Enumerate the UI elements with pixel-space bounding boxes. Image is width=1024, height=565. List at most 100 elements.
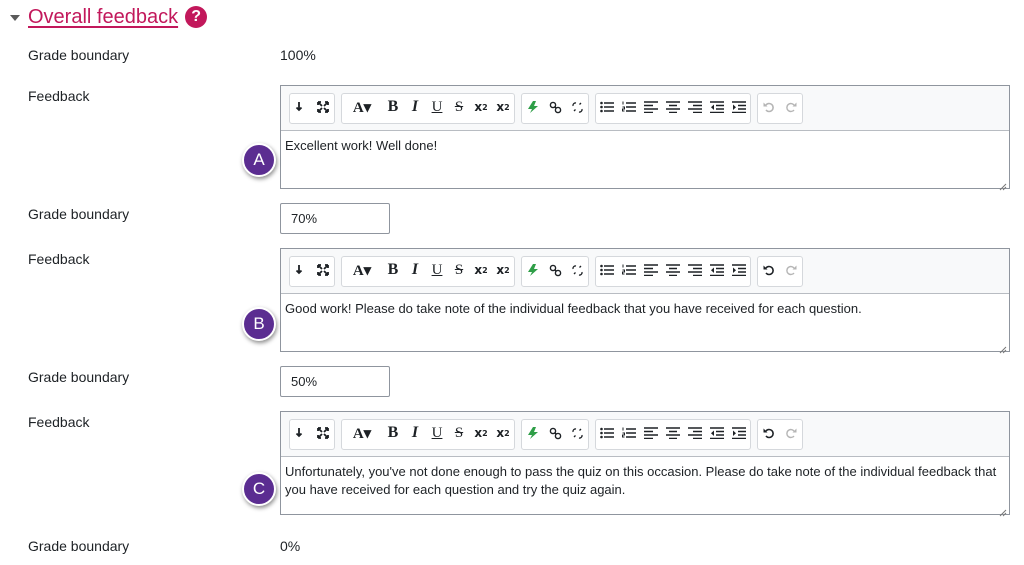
- font-style-button[interactable]: A▾: [342, 94, 382, 121]
- superscript-button[interactable]: x2: [492, 94, 514, 121]
- align-center-icon[interactable]: [662, 257, 684, 284]
- toolbar-group-history: [757, 92, 803, 124]
- grade-boundary-label: Grade boundary: [28, 538, 130, 554]
- underline-button[interactable]: U: [426, 257, 448, 284]
- link-icon[interactable]: [544, 257, 566, 284]
- ordered-list-icon[interactable]: [618, 420, 640, 447]
- grade-boundary-input-2[interactable]: [280, 203, 390, 234]
- wrap-icon[interactable]: [290, 94, 312, 121]
- superscript-button[interactable]: x2: [492, 257, 514, 284]
- superscript-button[interactable]: x2: [492, 420, 514, 447]
- toolbar-group-paragraph: [595, 418, 751, 450]
- resize-grip-icon[interactable]: [999, 341, 1007, 354]
- wrap-icon[interactable]: [290, 420, 312, 447]
- fullscreen-expand-icon[interactable]: [312, 257, 334, 284]
- resize-grip-icon[interactable]: [999, 504, 1007, 517]
- wrap-icon[interactable]: [290, 257, 312, 284]
- toolbar-group-view: [289, 418, 335, 450]
- toolbar-group-format: A▾ B I U Sx 2 x 2: [341, 92, 515, 124]
- toolbar-group-history: [757, 255, 803, 287]
- indent-icon[interactable]: [728, 420, 750, 447]
- editor-toolbar: A▾ B I U Sx 2 x 2: [281, 86, 1009, 131]
- feedback-label: Feedback: [28, 414, 90, 430]
- section-title[interactable]: Overall feedback: [28, 6, 178, 29]
- insert-image-icon[interactable]: [522, 94, 544, 121]
- callout-marker-b: B: [242, 307, 276, 341]
- help-icon[interactable]: ?: [185, 6, 208, 28]
- unlink-icon[interactable]: [566, 420, 588, 447]
- insert-image-icon[interactable]: [522, 257, 544, 284]
- feedback-editor-3[interactable]: A▾ B I U Sx 2 x 2 Unfortunately, you've not done…: [280, 411, 1010, 517]
- indent-icon[interactable]: [728, 257, 750, 284]
- ordered-list-icon[interactable]: [618, 94, 640, 121]
- grade-boundary-static-4: 0%: [280, 538, 301, 554]
- unordered-list-icon[interactable]: [596, 257, 618, 284]
- grade-boundary-static-1: 100%: [280, 47, 316, 63]
- unordered-list-icon[interactable]: [596, 420, 618, 447]
- editor-content-area[interactable]: Good work! Please do take note of the in…: [281, 294, 1009, 354]
- resize-grip-icon[interactable]: [999, 178, 1007, 191]
- redo-icon[interactable]: [780, 257, 802, 284]
- align-left-icon[interactable]: [640, 94, 662, 121]
- toolbar-group-view: [289, 255, 335, 287]
- feedback-text: Good work! Please do take note of the in…: [285, 301, 862, 316]
- italic-button[interactable]: I: [404, 257, 426, 284]
- align-left-icon[interactable]: [640, 420, 662, 447]
- underline-button[interactable]: U: [426, 94, 448, 121]
- strikethrough-button[interactable]: S: [448, 420, 470, 447]
- callout-marker-c: C: [242, 472, 276, 506]
- section-header[interactable]: Overall feedback ?: [10, 4, 208, 30]
- align-right-icon[interactable]: [684, 257, 706, 284]
- link-icon[interactable]: [544, 94, 566, 121]
- collapse-caret-icon[interactable]: [10, 15, 20, 21]
- unlink-icon[interactable]: [566, 94, 588, 121]
- undo-icon[interactable]: [758, 257, 780, 284]
- ordered-list-icon[interactable]: [618, 257, 640, 284]
- bold-button[interactable]: B: [382, 257, 404, 284]
- feedback-editor-1[interactable]: A▾ B I U Sx 2 x 2 Excellent work! Well done!: [280, 85, 1010, 191]
- link-icon[interactable]: [544, 420, 566, 447]
- subscript-button[interactable]: x2: [470, 420, 492, 447]
- feedback-text: Unfortunately, you've not done enough to…: [285, 464, 997, 497]
- feedback-text: Excellent work! Well done!: [285, 138, 438, 153]
- grade-boundary-input-3[interactable]: [280, 366, 390, 397]
- insert-image-icon[interactable]: [522, 420, 544, 447]
- unlink-icon[interactable]: [566, 257, 588, 284]
- font-style-button[interactable]: A▾: [342, 420, 382, 447]
- grade-boundary-label: Grade boundary: [28, 206, 130, 222]
- redo-icon[interactable]: [780, 420, 802, 447]
- editor-content-area[interactable]: Unfortunately, you've not done enough to…: [281, 457, 1009, 517]
- undo-icon[interactable]: [758, 94, 780, 121]
- underline-button[interactable]: U: [426, 420, 448, 447]
- unordered-list-icon[interactable]: [596, 94, 618, 121]
- align-center-icon[interactable]: [662, 420, 684, 447]
- outdent-icon[interactable]: [706, 94, 728, 121]
- align-center-icon[interactable]: [662, 94, 684, 121]
- outdent-icon[interactable]: [706, 257, 728, 284]
- italic-button[interactable]: I: [404, 94, 426, 121]
- toolbar-group-view: [289, 92, 335, 124]
- align-right-icon[interactable]: [684, 94, 706, 121]
- align-left-icon[interactable]: [640, 257, 662, 284]
- strikethrough-button[interactable]: S: [448, 94, 470, 121]
- redo-icon[interactable]: [780, 94, 802, 121]
- align-right-icon[interactable]: [684, 420, 706, 447]
- toolbar-group-paragraph: [595, 255, 751, 287]
- subscript-button[interactable]: x2: [470, 257, 492, 284]
- italic-button[interactable]: I: [404, 420, 426, 447]
- fullscreen-expand-icon[interactable]: [312, 94, 334, 121]
- subscript-button[interactable]: x2: [470, 94, 492, 121]
- bold-button[interactable]: B: [382, 94, 404, 121]
- feedback-label: Feedback: [28, 251, 90, 267]
- bold-button[interactable]: B: [382, 420, 404, 447]
- outdent-icon[interactable]: [706, 420, 728, 447]
- font-style-button[interactable]: A▾: [342, 257, 382, 284]
- strikethrough-button[interactable]: S: [448, 257, 470, 284]
- undo-icon[interactable]: [758, 420, 780, 447]
- fullscreen-expand-icon[interactable]: [312, 420, 334, 447]
- editor-content-area[interactable]: Excellent work! Well done!: [281, 131, 1009, 191]
- toolbar-group-insert: [521, 255, 589, 287]
- indent-icon[interactable]: [728, 94, 750, 121]
- toolbar-group-insert: [521, 418, 589, 450]
- feedback-editor-2[interactable]: A▾ B I U Sx 2 x 2 Good work! Please do take note…: [280, 248, 1010, 354]
